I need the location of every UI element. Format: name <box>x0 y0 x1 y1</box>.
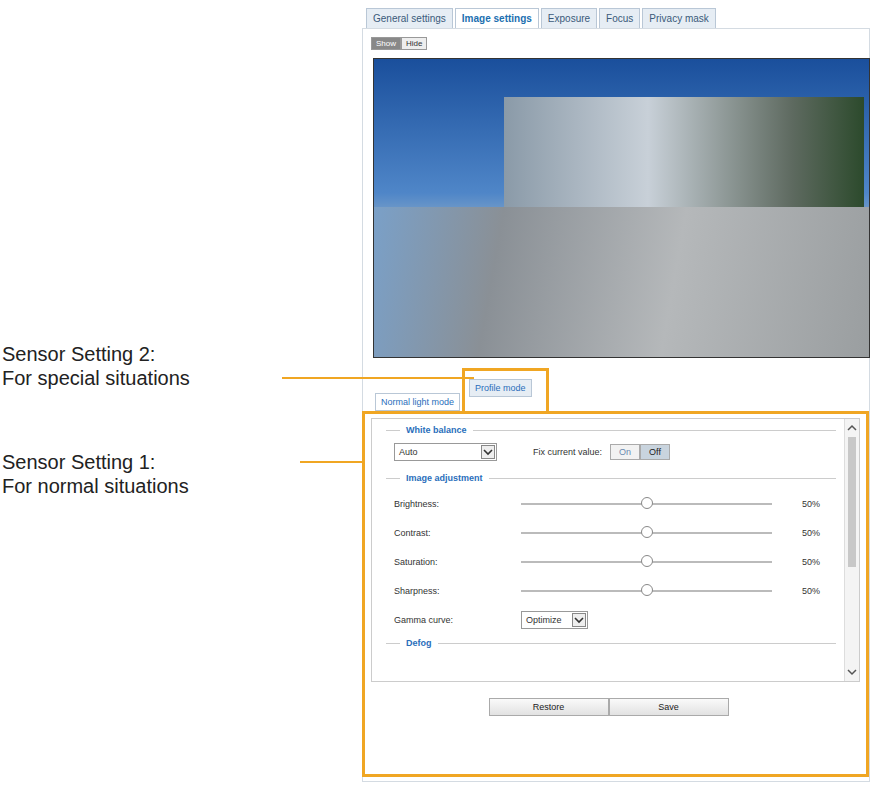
callout-text: For normal situations <box>2 474 189 498</box>
white-balance-select[interactable]: Auto <box>394 443 497 461</box>
view-toggle: ShowHide <box>371 37 869 50</box>
tab[interactable]: Exposure <box>541 8 597 28</box>
slider-reading: 50% <box>802 528 820 538</box>
slider-track[interactable] <box>521 561 772 563</box>
mode-tab[interactable]: Profile mode <box>469 379 532 397</box>
fix-label: Fix current value: <box>533 447 602 457</box>
sensor-settings-box: White balance Auto Fix current value: OnOff… <box>362 411 869 777</box>
preview-road <box>374 207 869 357</box>
tab[interactable]: Image settings <box>455 8 539 28</box>
callout-line <box>300 461 364 463</box>
section-legend: Defog <box>386 638 836 648</box>
slider-label: Saturation: <box>394 557 521 567</box>
callout-text: For special situations <box>2 366 190 390</box>
scrollbar[interactable] <box>844 419 859 681</box>
settings-scroll-panel: White balance Auto Fix current value: OnOff… <box>371 418 860 682</box>
slider-label: Brightness: <box>394 499 521 509</box>
slider-row: Sharpness: 50% <box>394 576 836 605</box>
slider-reading: 50% <box>802 586 820 596</box>
slider-row: Contrast: 50% <box>394 518 836 547</box>
slider-label: Contrast: <box>394 528 521 538</box>
slider-reading: 50% <box>802 499 820 509</box>
callout-label: Sensor Setting 1:For normal situations <box>2 450 189 498</box>
slider-thumb[interactable] <box>641 584 653 596</box>
gamma-select[interactable]: Optimize <box>521 611 588 629</box>
mode-tab[interactable]: Normal light mode <box>375 393 460 411</box>
callout-title: Sensor Setting 2: <box>2 342 190 366</box>
action-button[interactable]: Restore <box>489 698 609 716</box>
slider-thumb[interactable] <box>641 497 653 509</box>
manual-figure: Sensor Setting 2:For special situationsS… <box>0 0 887 790</box>
toggle-button[interactable]: Off <box>640 444 670 460</box>
gamma-label: Gamma curve: <box>394 615 521 625</box>
gamma-row: Gamma curve:Optimize <box>394 605 836 634</box>
scroll-down-icon[interactable] <box>846 667 858 677</box>
mode-tab-wrapper: Profile mode <box>462 368 549 411</box>
toggle-button[interactable]: Show <box>371 37 401 50</box>
slider-label: Sharpness: <box>394 586 521 596</box>
button-row: RestoreSave <box>371 698 860 716</box>
callout-line <box>282 377 474 379</box>
section-legend: White balance <box>386 425 836 435</box>
scrollbar-thumb[interactable] <box>848 437 856 567</box>
slider-row: Brightness: 50% <box>394 489 836 518</box>
white-balance-row: Auto Fix current value: OnOff <box>394 443 836 461</box>
slider-thumb[interactable] <box>641 555 653 567</box>
slider-track[interactable] <box>521 532 772 534</box>
slider-row: Saturation: 50% <box>394 547 836 576</box>
callout-title: Sensor Setting 1: <box>2 450 189 474</box>
dropdown-arrow-icon <box>572 613 586 627</box>
tab-panel: ShowHide Normal light mode Profile mode Whi… <box>362 28 870 782</box>
preview-skyline <box>504 97 864 207</box>
mode-tab-wrapper: Normal light mode <box>373 393 462 411</box>
tab[interactable]: General settings <box>366 8 453 28</box>
fix-toggle: OnOff <box>610 444 670 460</box>
slider-thumb[interactable] <box>641 526 653 538</box>
slider-track[interactable] <box>521 590 772 592</box>
dropdown-arrow-icon <box>481 445 495 459</box>
slider-track[interactable] <box>521 503 772 505</box>
settings-content: White balance Auto Fix current value: OnOff… <box>372 419 844 681</box>
action-button[interactable]: Save <box>609 698 729 716</box>
settings-window: General settingsImage settingsExposureFo… <box>362 0 870 782</box>
tab[interactable]: Privacy mask <box>642 8 715 28</box>
toggle-button[interactable]: On <box>610 444 640 460</box>
scroll-up-icon[interactable] <box>846 423 858 433</box>
mode-tabs: Normal light mode Profile mode <box>373 368 869 411</box>
live-preview <box>373 58 870 358</box>
slider-reading: 50% <box>802 557 820 567</box>
callout-label: Sensor Setting 2:For special situations <box>2 342 190 390</box>
tab[interactable]: Focus <box>599 8 640 28</box>
toggle-button[interactable]: Hide <box>401 37 427 50</box>
tab-bar: General settingsImage settingsExposureFo… <box>362 8 870 28</box>
section-legend: Image adjustment <box>386 473 836 483</box>
